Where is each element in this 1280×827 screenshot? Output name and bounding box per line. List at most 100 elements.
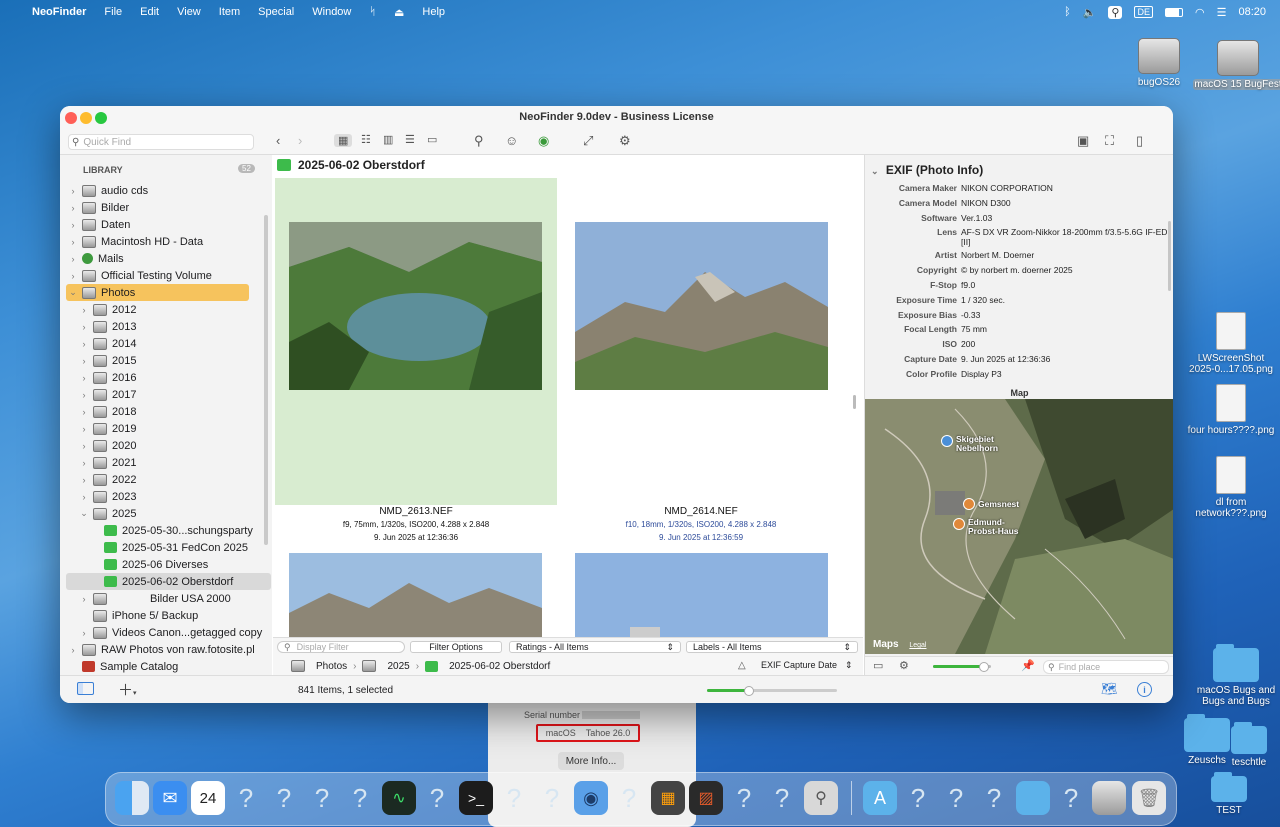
disk-icon[interactable] [1092,781,1126,815]
color-sync-icon[interactable]: ▨ [689,781,723,815]
menu-item[interactable]: Item [219,6,240,18]
breadcrumb-photos[interactable]: Photos [316,661,347,672]
disclosure-chevron-icon[interactable]: › [79,594,89,604]
volume-icon[interactable]: 🔈 [1083,6,1097,19]
photo-thumbnail[interactable] [575,553,828,637]
desktop-icon-four-hours[interactable]: four hours????.png [1186,384,1276,436]
question-mark-icon[interactable]: ? [1054,781,1088,815]
sidebar-item[interactable]: › audio cds [68,182,148,199]
info-icon[interactable]: i [1137,682,1152,697]
disclosure-chevron-icon[interactable]: › [68,271,78,281]
more-info-button[interactable]: More Info... [558,752,624,770]
menu-app-name[interactable]: NeoFinder [32,6,86,18]
disclosure-chevron-icon[interactable]: › [79,407,89,417]
disclosure-chevron-icon[interactable]: › [79,441,89,451]
sidebar-item[interactable]: 2025-05-30...schungsparty [90,522,253,539]
disclosure-chevron-icon[interactable]: › [68,237,78,247]
desktop-icon-bugos26[interactable]: bugOS26 [1114,38,1204,88]
sidebar-item[interactable]: › 2016 [79,369,136,386]
map-zoom-slider[interactable] [933,662,991,672]
question-mark-icon[interactable]: ? [939,781,973,815]
sidebar-item[interactable]: › Daten [68,216,130,233]
map-pin-gemsnest[interactable]: Gemsnest [963,498,1019,510]
clock[interactable]: 08:20 [1238,6,1266,18]
filter-options-button[interactable]: Filter Options [410,641,502,653]
disclosure-chevron-icon[interactable]: › [79,458,89,468]
desktop-icon-macos-bugs[interactable]: macOS Bugs and Bugs and Bugs [1191,644,1280,707]
list-view-button[interactable]: ☷ [361,133,371,146]
disclosure-chevron-icon[interactable]: › [68,186,78,196]
disclosure-chevron-icon[interactable]: › [68,203,78,213]
desktop-icon-macos15[interactable]: macOS 15 BugFest [1193,40,1280,90]
sidebar-item[interactable]: › RAW Photos von raw.fotosite.pl [68,641,255,658]
column-view-button[interactable]: ▥ [383,133,393,146]
disclosure-chevron-icon[interactable]: › [79,373,89,383]
sidebar-item[interactable]: › 2022 [79,471,136,488]
question-mark-icon[interactable]: ? [535,781,569,815]
disclosure-chevron-icon[interactable]: › [68,220,78,230]
battery-icon[interactable] [1164,7,1183,17]
sidebar-item[interactable]: › 2015 [79,352,136,369]
disclosure-chevron-icon[interactable]: ⌄ [79,508,89,519]
disclosure-chevron-icon[interactable]: › [79,424,89,434]
finder-icon[interactable] [115,781,149,815]
menu-edit[interactable]: Edit [140,6,159,18]
display-filter-field[interactable]: ⚲ Display Filter [277,641,405,653]
sidebar-scrollbar[interactable] [264,215,268,545]
trash-icon[interactable]: 🗑 [1132,781,1166,815]
fullscreen-icon[interactable]: ⤢ [583,133,593,149]
sidebar-item[interactable]: › 2020 [79,437,136,454]
forward-button[interactable]: › [298,133,302,148]
capture-icon[interactable]: ⛶ [1105,133,1114,149]
desktop-icon-lwscreenshot[interactable]: LWScreenShot 2025-0...17.05.png [1186,312,1276,375]
icon-view-button[interactable]: ▦ [334,134,353,147]
disclosure-chevron-icon[interactable]: › [79,339,89,349]
question-mark-icon[interactable]: ? [977,781,1011,815]
calendar-icon[interactable]: 24 [191,781,225,815]
map-view-icon[interactable]: 🗺 [1101,681,1118,697]
question-mark-icon[interactable]: ? [765,781,799,815]
desktop-icon-teschtle[interactable]: teschtle [1219,722,1279,768]
sidebar-item[interactable]: › 2013 [79,318,136,335]
ratings-select[interactable]: Ratings - All Items ⇕ [509,641,681,653]
sidebar-toggle-icon[interactable] [77,682,94,695]
desktop-icon-test[interactable]: TEST [1184,772,1274,816]
disclosure-chevron-icon[interactable]: › [79,475,89,485]
content-scroll-indicator[interactable] [853,395,856,409]
menu-view[interactable]: View [177,6,201,18]
disclosure-chevron-icon[interactable]: › [79,356,89,366]
pin-toggle-icon[interactable]: 📌 [1021,659,1035,672]
sidebar-item[interactable]: › Macintosh HD - Data [68,233,203,250]
sidebar-item[interactable]: › 2019 [79,420,136,437]
disclosure-chevron-icon[interactable]: › [79,628,89,638]
sidebar-item[interactable]: 2025-06 Diverses [90,556,208,573]
photo-thumbnail-lake[interactable] [289,222,542,390]
disclosure-chevron-icon[interactable]: › [79,322,89,332]
wifi-icon[interactable]: ◠ [1195,6,1205,19]
question-mark-icon[interactable]: ? [727,781,761,815]
thumbnail-size-slider[interactable] [707,686,837,696]
add-menu-button[interactable]: ＋▾ [118,679,137,700]
gallery-view-button[interactable]: ▭ [427,133,437,146]
script-menu-icon[interactable]: ᛋ [369,6,376,18]
quick-find-field[interactable]: ⚲ Quick Find [68,134,254,150]
disclosure-chevron-icon[interactable]: › [79,390,89,400]
sidebar-item[interactable]: › 2017 [79,386,136,403]
maps-legal[interactable]: Legal [909,642,926,649]
control-center-icon[interactable]: ☰ [1217,6,1227,19]
thumbnail-size-knob[interactable] [744,686,754,696]
input-source[interactable]: DE [1134,6,1153,18]
find-place-field[interactable]: ⚲ Find place [1043,660,1169,674]
desktop-icon-dl-from-network[interactable]: dl from network???.png [1186,456,1276,519]
speech-bubble-icon[interactable]: ▭ [873,659,883,672]
info-scrollbar[interactable] [1168,221,1171,291]
menu-file[interactable]: File [104,6,122,18]
breadcrumb-folder[interactable]: 2025-06-02 Oberstdorf [449,661,550,672]
labels-select[interactable]: Labels - All Items ⇕ [686,641,858,653]
mail-icon[interactable]: ✉ [153,781,187,815]
sidebar-item[interactable]: › Videos Canon...getagged copy [79,624,262,641]
terminal-icon[interactable]: >_ [459,781,493,815]
map-settings-gear-icon[interactable]: ⚙ [899,659,909,672]
disk-utility-icon[interactable]: ◉ [574,781,608,815]
menu-special[interactable]: Special [258,6,294,18]
